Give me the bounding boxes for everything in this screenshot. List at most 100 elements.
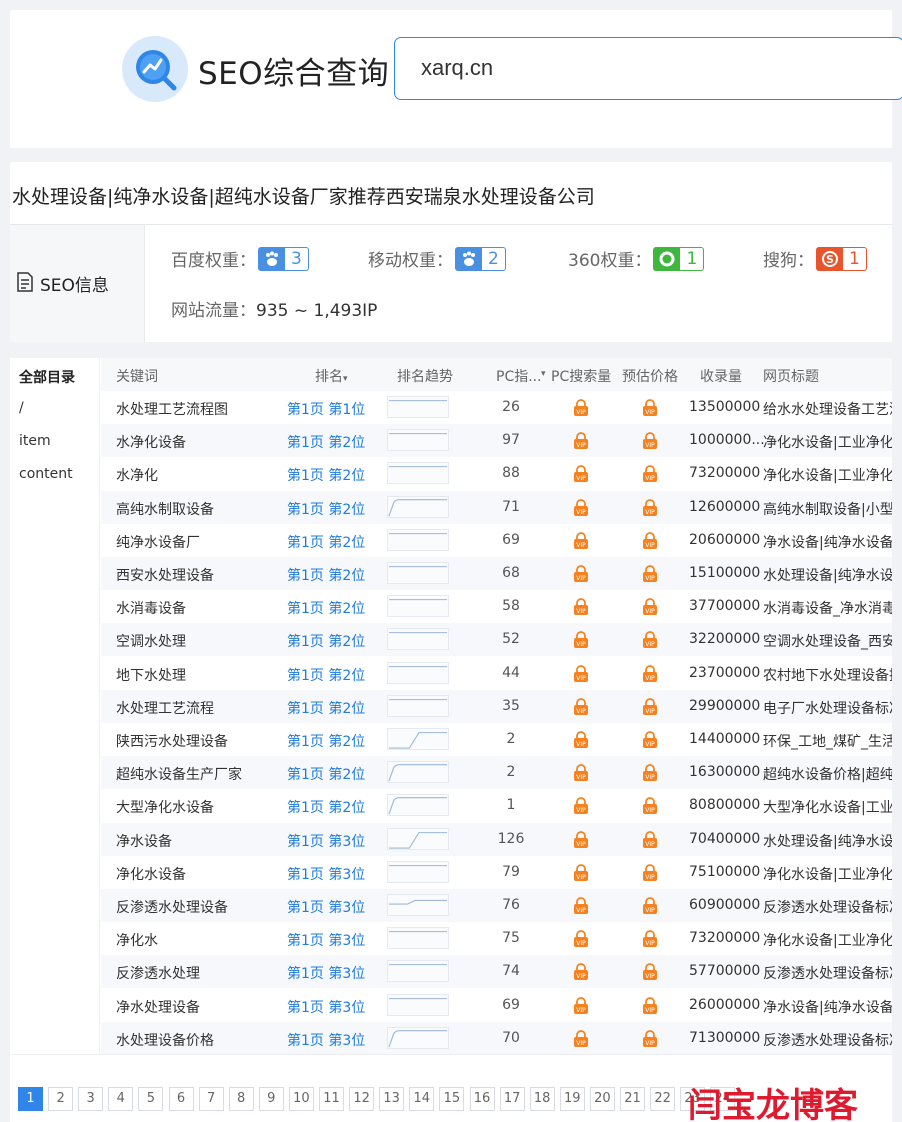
keyword-link[interactable]: 净化水 [116, 930, 158, 950]
vip-lock-icon[interactable]: VIP [573, 764, 589, 786]
vip-lock-icon[interactable]: VIP [573, 863, 589, 886]
rank-link[interactable]: 第1页 第2位 [287, 565, 365, 585]
vip-lock-icon[interactable]: VIP [573, 531, 589, 554]
sort-caret-icon[interactable]: ▾ [541, 369, 546, 379]
page-button[interactable]: 1 [18, 1087, 43, 1111]
rank-link[interactable]: 第1页 第2位 [287, 532, 365, 552]
vip-lock-icon[interactable]: VIP [642, 764, 658, 786]
keyword-link[interactable]: 陕西污水处理设备 [116, 731, 228, 751]
page-button[interactable]: 14 [409, 1087, 435, 1111]
vip-lock-icon[interactable]: VIP [573, 1029, 589, 1052]
directory-header[interactable]: 全部目录 [19, 367, 75, 387]
domain-search-input[interactable] [421, 55, 821, 81]
page-button[interactable]: 4 [108, 1087, 134, 1111]
vip-lock-icon[interactable]: VIP [642, 1029, 658, 1052]
vip-lock-icon[interactable]: VIP [573, 465, 589, 487]
vip-lock-icon[interactable]: VIP [573, 731, 589, 753]
page-button[interactable]: 3 [78, 1087, 104, 1111]
rank-link[interactable]: 第1页 第3位 [287, 930, 365, 950]
vip-lock-icon[interactable]: VIP [573, 498, 589, 521]
vip-lock-icon[interactable]: VIP [573, 631, 589, 653]
vip-lock-icon[interactable]: VIP [573, 565, 589, 587]
vip-lock-icon[interactable]: VIP [642, 897, 658, 919]
page-button[interactable]: 22 [650, 1087, 676, 1111]
vip-lock-icon[interactable]: VIP [573, 996, 589, 1019]
rank-link[interactable]: 第1页 第2位 [287, 731, 365, 751]
keyword-link[interactable]: 水处理设备价格 [116, 1030, 214, 1050]
rank-link[interactable]: 第1页 第2位 [287, 598, 365, 618]
vip-lock-icon[interactable]: VIP [642, 697, 658, 720]
page-button[interactable]: 16 [469, 1087, 495, 1111]
page-button[interactable]: 7 [198, 1087, 224, 1111]
vip-lock-icon[interactable]: VIP [642, 399, 658, 421]
rank-trend-sparkline[interactable] [387, 429, 449, 452]
keyword-link[interactable]: 空调水处理 [116, 631, 186, 651]
keyword-link[interactable]: 净水处理设备 [116, 997, 200, 1017]
vip-lock-icon[interactable]: VIP [642, 830, 658, 853]
rank-trend-sparkline[interactable] [387, 827, 449, 850]
rank-trend-sparkline[interactable] [387, 495, 449, 518]
rank-link[interactable]: 第1页 第2位 [287, 465, 365, 485]
rank-trend-sparkline[interactable] [387, 894, 449, 916]
col-rank[interactable]: 排名▾ [315, 366, 348, 386]
rank-link[interactable]: 第1页 第2位 [287, 698, 365, 718]
vip-lock-icon[interactable]: VIP [573, 930, 589, 952]
rank-trend-sparkline[interactable] [387, 993, 449, 1016]
rank-link[interactable]: 第1页 第2位 [287, 764, 365, 784]
keyword-link[interactable]: 水消毒设备 [116, 598, 186, 618]
keyword-link[interactable]: 地下水处理 [116, 665, 186, 685]
vip-lock-icon[interactable]: VIP [573, 598, 589, 620]
vip-lock-icon[interactable]: VIP [642, 731, 658, 753]
sogou-weight-badge[interactable]: S 1 [816, 246, 867, 271]
vip-lock-icon[interactable]: VIP [642, 863, 658, 886]
rank-link[interactable]: 第1页 第3位 [287, 963, 365, 983]
page-button[interactable]: 15 [439, 1087, 465, 1111]
rank-link[interactable]: 第1页 第3位 [287, 864, 365, 884]
rank-trend-sparkline[interactable] [387, 860, 449, 883]
rank-trend-sparkline[interactable] [387, 562, 449, 584]
rank-link[interactable]: 第1页 第2位 [287, 797, 365, 817]
page-button[interactable]: 13 [379, 1087, 405, 1111]
domain-search-box[interactable] [394, 37, 902, 100]
vip-lock-icon[interactable]: VIP [642, 664, 658, 687]
rank-trend-sparkline[interactable] [387, 694, 449, 717]
rank-trend-sparkline[interactable] [387, 661, 449, 684]
rank-trend-sparkline[interactable] [387, 927, 449, 950]
vip-lock-icon[interactable]: VIP [573, 897, 589, 919]
page-button[interactable]: 6 [168, 1087, 194, 1111]
keyword-link[interactable]: 反渗透水处理设备 [116, 897, 228, 917]
page-button[interactable]: 2 [48, 1087, 74, 1111]
keyword-link[interactable]: 大型净化水设备 [116, 797, 214, 817]
vip-lock-icon[interactable]: VIP [642, 930, 658, 952]
vip-lock-icon[interactable]: VIP [642, 631, 658, 653]
rank-trend-sparkline[interactable] [387, 1026, 449, 1049]
vip-lock-icon[interactable]: VIP [642, 797, 658, 819]
page-button[interactable]: 17 [499, 1087, 525, 1111]
rank-trend-sparkline[interactable] [387, 728, 449, 750]
page-button[interactable]: 18 [529, 1087, 555, 1111]
keyword-link[interactable]: 反渗透水处理 [116, 963, 200, 983]
rank-link[interactable]: 第1页 第3位 [287, 897, 365, 917]
360-weight-badge[interactable]: 1 [653, 246, 705, 271]
vip-lock-icon[interactable]: VIP [642, 565, 658, 587]
page-button[interactable]: 8 [228, 1087, 254, 1111]
vip-lock-icon[interactable]: VIP [642, 465, 658, 487]
page-button[interactable]: 5 [138, 1087, 164, 1111]
directory-item-root[interactable]: / [19, 400, 24, 416]
rank-trend-sparkline[interactable] [387, 761, 449, 784]
rank-trend-sparkline[interactable] [387, 595, 449, 618]
vip-lock-icon[interactable]: VIP [573, 432, 589, 454]
rank-trend-sparkline[interactable] [387, 396, 449, 418]
rank-link[interactable]: 第1页 第2位 [287, 499, 365, 519]
rank-link[interactable]: 第1页 第2位 [287, 432, 365, 452]
rank-trend-sparkline[interactable] [387, 960, 449, 983]
rank-trend-sparkline[interactable] [387, 462, 449, 485]
vip-lock-icon[interactable]: VIP [573, 797, 589, 819]
vip-lock-icon[interactable]: VIP [573, 963, 589, 985]
keyword-link[interactable]: 净化水设备 [116, 864, 186, 884]
keyword-link[interactable]: 纯净水设备厂 [116, 532, 200, 552]
vip-lock-icon[interactable]: VIP [573, 664, 589, 687]
vip-lock-icon[interactable]: VIP [573, 399, 589, 421]
keyword-link[interactable]: 水净化 [116, 465, 158, 485]
baidu-weight-badge[interactable]: 3 [258, 246, 309, 271]
